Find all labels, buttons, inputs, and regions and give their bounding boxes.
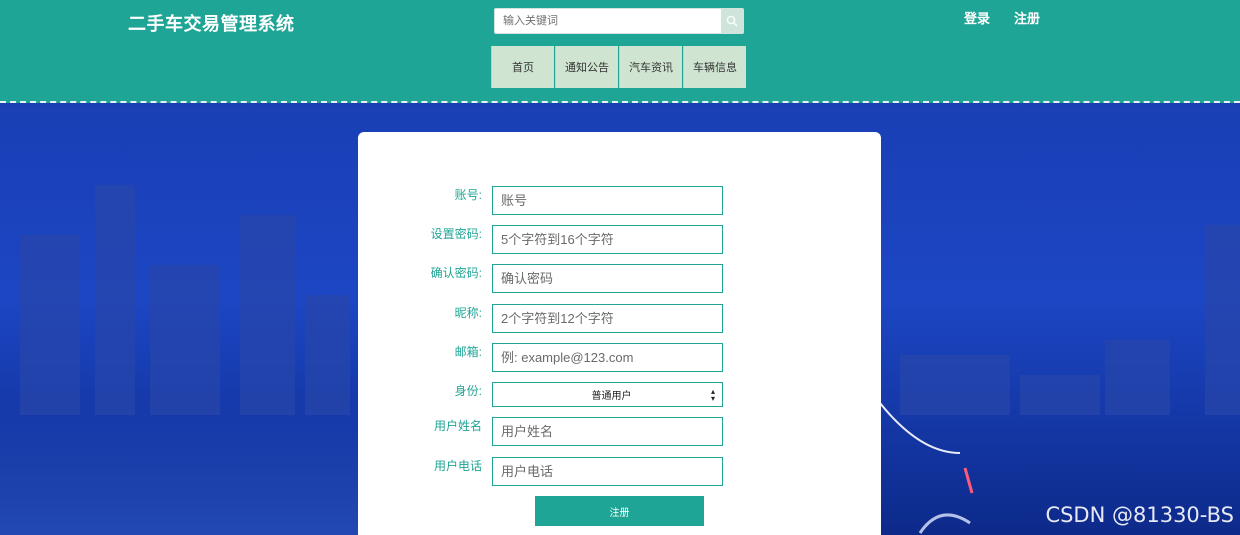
email-label: 邮箱: — [454, 345, 482, 359]
site-title: 二手车交易管理系统 — [128, 14, 295, 34]
building-shape — [1205, 225, 1240, 415]
nav-vehicle-info[interactable]: 车辆信息 — [683, 46, 746, 88]
role-row: 身份: 普通用户 ▴ ▾ — [358, 382, 881, 412]
confirm-password-label: 确认密码: — [430, 266, 482, 280]
search-icon — [726, 15, 738, 27]
building-shape — [305, 295, 350, 415]
user-phone-label: 用户电话 — [433, 459, 482, 473]
search-input[interactable] — [495, 9, 723, 33]
register-submit-button[interactable]: 注册 — [535, 496, 704, 526]
building-shape — [1105, 340, 1170, 415]
nickname-row: 昵称: — [358, 304, 881, 334]
building-shape — [20, 235, 80, 415]
register-link[interactable]: 注册 — [1014, 8, 1040, 27]
auth-links: 登录 注册 — [964, 8, 1040, 27]
user-phone-row: 用户电话 — [358, 457, 881, 487]
password-row: 设置密码: — [358, 225, 881, 255]
nav-home[interactable]: 首页 — [491, 46, 554, 88]
role-select[interactable]: 普通用户 ▴ ▾ — [492, 382, 723, 407]
account-row: 账号: — [358, 186, 881, 216]
role-label: 身份: — [454, 384, 482, 398]
search-box — [494, 8, 744, 34]
nav-notices[interactable]: 通知公告 — [555, 46, 618, 88]
account-input[interactable] — [492, 186, 723, 215]
register-form-card: 账号: 设置密码: 确认密码: 昵称: 邮箱: 身份: 普通用户 ▴▾ 用户姓名… — [358, 132, 881, 535]
light-glow — [0, 405, 360, 535]
email-row: 邮箱: — [358, 343, 881, 373]
login-link[interactable]: 登录 — [964, 8, 990, 27]
main-nav: 首页 通知公告 汽车资讯 车辆信息 — [491, 46, 746, 88]
user-name-row: 用户姓名 — [358, 417, 881, 447]
nickname-input[interactable] — [492, 304, 723, 333]
user-name-label: 用户姓名 — [433, 419, 482, 433]
account-label: 账号: — [454, 188, 482, 202]
building-shape — [150, 265, 220, 415]
password-input[interactable] — [492, 225, 723, 254]
building-shape — [1020, 375, 1100, 415]
select-arrows-icon: ▴ ▾ — [710, 387, 715, 403]
building-shape — [95, 185, 135, 415]
user-phone-input[interactable] — [492, 457, 723, 486]
building-shape — [240, 215, 295, 415]
confirm-password-input[interactable] — [492, 264, 723, 293]
user-name-input[interactable] — [492, 417, 723, 446]
top-header: 二手车交易管理系统 登录 注册 首页 通知公告 汽车资讯 车辆信息 — [0, 0, 1240, 103]
confirm-password-row: 确认密码: — [358, 264, 881, 294]
car-light-trails — [880, 402, 974, 534]
nav-car-news[interactable]: 汽车资讯 — [619, 46, 682, 88]
search-button[interactable] — [721, 9, 743, 33]
password-label: 设置密码: — [430, 227, 482, 241]
role-select-value: 普通用户 — [591, 391, 632, 402]
email-input[interactable] — [492, 343, 723, 372]
nickname-label: 昵称: — [454, 306, 482, 320]
watermark-text: CSDN @81330-BS — [1045, 503, 1234, 527]
